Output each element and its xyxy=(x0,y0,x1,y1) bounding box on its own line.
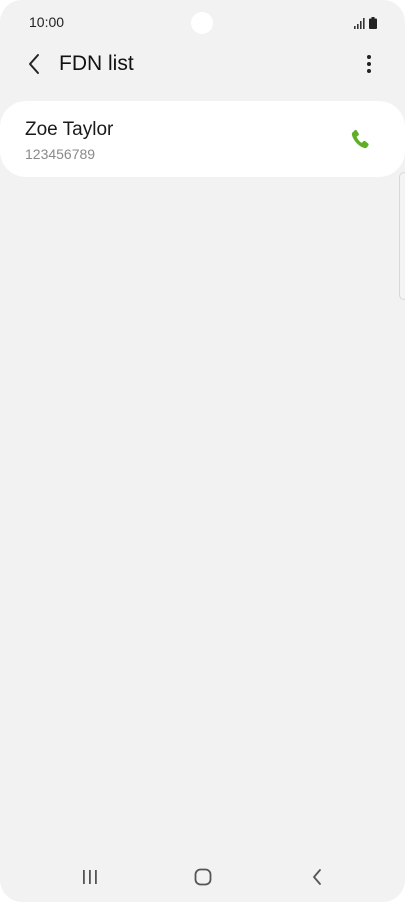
home-icon xyxy=(194,868,212,886)
back-button[interactable] xyxy=(18,48,50,80)
call-button[interactable] xyxy=(346,125,374,153)
contact-name: Zoe Taylor xyxy=(25,119,114,140)
signal-icon xyxy=(354,18,365,29)
scrollbar[interactable] xyxy=(399,172,405,300)
recents-icon xyxy=(83,870,97,884)
phone-icon xyxy=(351,129,369,149)
app-bar: FDN list xyxy=(0,44,405,84)
status-time: 10:00 xyxy=(29,14,65,30)
status-bar: 10:00 xyxy=(0,0,405,44)
more-options-button[interactable] xyxy=(353,48,385,80)
back-icon xyxy=(313,869,321,885)
home-button[interactable] xyxy=(188,865,218,889)
front-camera xyxy=(191,12,213,34)
screen: 10:00 FDN list Zoe Taylor 123456789 xyxy=(0,0,405,902)
more-vertical-icon xyxy=(367,55,371,73)
contact-list-item[interactable]: Zoe Taylor 123456789 xyxy=(0,101,405,177)
page-title: FDN list xyxy=(59,52,134,75)
battery-icon xyxy=(369,17,377,29)
status-icons xyxy=(354,15,377,29)
navigation-bar xyxy=(0,857,405,897)
recents-button[interactable] xyxy=(75,865,105,889)
chevron-left-icon xyxy=(29,54,39,74)
system-back-button[interactable] xyxy=(302,865,332,889)
contact-number: 123456789 xyxy=(25,146,96,162)
